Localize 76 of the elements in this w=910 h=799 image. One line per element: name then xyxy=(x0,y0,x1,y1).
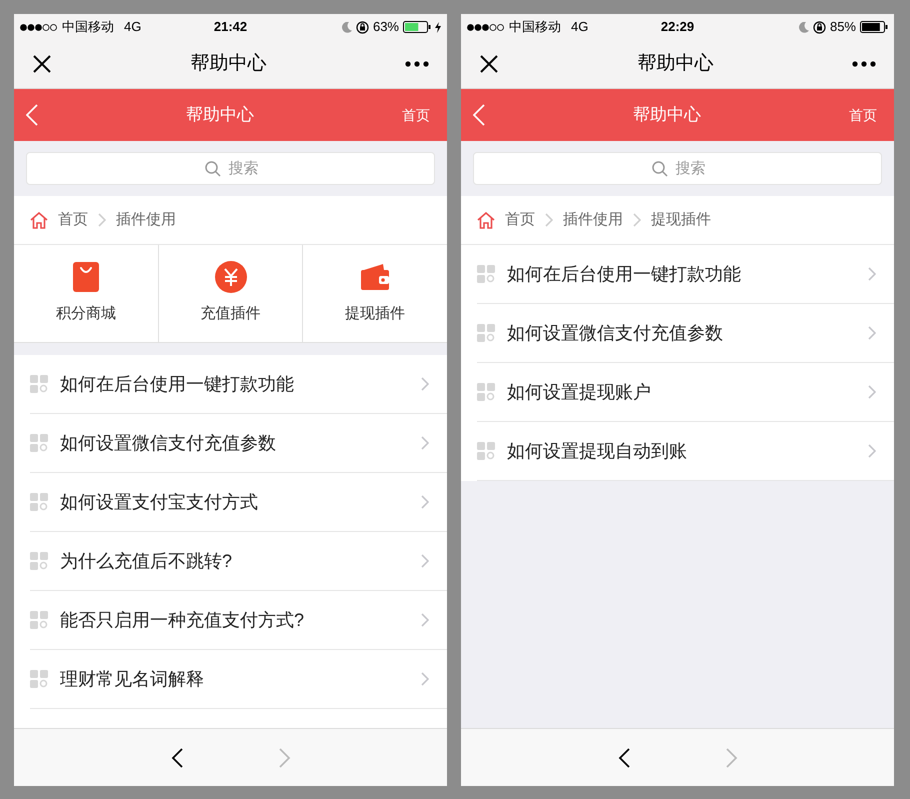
chevron-right-icon xyxy=(421,672,429,686)
home-icon xyxy=(477,212,495,228)
article-item[interactable]: 如何设置提现账户 xyxy=(477,363,894,422)
chevron-right-icon xyxy=(421,613,429,627)
battery-percent: 63% xyxy=(372,18,399,36)
chevron-right-icon xyxy=(633,213,641,227)
signal-icon xyxy=(467,24,505,30)
moon-icon xyxy=(342,22,352,32)
header-title: 帮助中心 xyxy=(632,104,702,126)
breadcrumb-link[interactable]: 插件使用 xyxy=(563,208,623,232)
charging-bolt-icon xyxy=(435,22,441,32)
article-item[interactable]: 如何设置提现自动到账 xyxy=(477,422,894,481)
window-title: 帮助中心 xyxy=(638,52,714,76)
search-icon xyxy=(204,161,220,177)
grid-icon xyxy=(30,375,48,393)
breadcrumb-link[interactable]: 首页 xyxy=(505,208,535,232)
article-item[interactable]: 能否只启用一种充值支付方式? xyxy=(30,591,447,650)
more-icon[interactable] xyxy=(405,61,429,67)
moon-icon xyxy=(798,22,809,32)
breadcrumb-link[interactable]: 提现插件 xyxy=(651,208,711,232)
carrier-label: 中国移动 xyxy=(509,18,561,36)
grid-icon xyxy=(30,552,48,570)
rotation-lock-icon xyxy=(812,20,826,34)
home-link[interactable]: 首页 xyxy=(402,104,430,126)
window-title: 帮助中心 xyxy=(190,52,266,76)
carrier-label: 中国移动 xyxy=(62,18,114,36)
status-time: 21:42 xyxy=(214,18,248,36)
grid-icon xyxy=(477,265,495,283)
network-label: 4G xyxy=(124,18,142,36)
chevron-right-icon xyxy=(868,385,876,399)
chevron-right-icon xyxy=(421,377,429,391)
home-icon xyxy=(30,212,48,228)
more-icon[interactable] xyxy=(852,61,876,67)
search-field[interactable]: 搜索 xyxy=(26,152,435,185)
grid-icon xyxy=(477,383,495,401)
category-tile[interactable]: 提现插件 xyxy=(302,245,447,342)
grid-icon xyxy=(30,493,48,511)
signal-icon xyxy=(20,24,58,30)
wallet-icon xyxy=(361,264,390,290)
chevron-right-icon xyxy=(421,554,429,568)
search-field[interactable]: 搜索 xyxy=(473,152,882,185)
status-time: 22:29 xyxy=(660,18,694,36)
category-tile[interactable]: 积分商城 xyxy=(14,245,158,342)
category-tile[interactable]: 充值插件 xyxy=(158,245,302,342)
back-icon[interactable] xyxy=(473,104,485,126)
back-icon[interactable] xyxy=(26,104,38,126)
chevron-right-icon xyxy=(868,326,876,340)
home-link[interactable]: 首页 xyxy=(849,104,877,126)
chevron-right-icon xyxy=(421,436,429,450)
article-item[interactable]: 如何在后台使用一键打款功能 xyxy=(477,245,894,304)
article-item[interactable]: 如何设置支付宝支付方式 xyxy=(30,473,447,532)
header-title: 帮助中心 xyxy=(185,104,255,126)
rotation-lock-icon xyxy=(356,20,369,34)
shopping-bag-icon xyxy=(72,262,99,292)
chevron-right-icon xyxy=(868,267,876,281)
grid-icon xyxy=(30,670,48,688)
grid-icon xyxy=(477,324,495,342)
yen-coin-icon xyxy=(214,261,246,294)
chevron-right-icon xyxy=(421,495,429,509)
network-label: 4G xyxy=(571,18,588,36)
breadcrumb-link[interactable]: 插件使用 xyxy=(116,208,176,232)
grid-icon xyxy=(30,434,48,452)
battery-percent: 85% xyxy=(830,18,856,36)
close-icon[interactable] xyxy=(32,54,52,74)
search-icon xyxy=(652,161,668,177)
chevron-right-icon xyxy=(868,444,876,458)
article-item[interactable]: 如何在后台使用一键打款功能 xyxy=(30,355,447,414)
grid-icon xyxy=(477,442,495,460)
article-item[interactable]: 为什么充值后不跳转? xyxy=(30,532,447,591)
article-item[interactable]: 如何设置微信支付充值参数 xyxy=(477,304,894,363)
chevron-right-icon xyxy=(545,213,553,227)
chevron-right-icon xyxy=(98,213,106,227)
close-icon[interactable] xyxy=(479,54,499,74)
article-item[interactable]: 如何设置微信支付充值参数 xyxy=(30,414,447,473)
grid-icon xyxy=(30,611,48,629)
breadcrumb-link[interactable]: 首页 xyxy=(58,208,88,232)
